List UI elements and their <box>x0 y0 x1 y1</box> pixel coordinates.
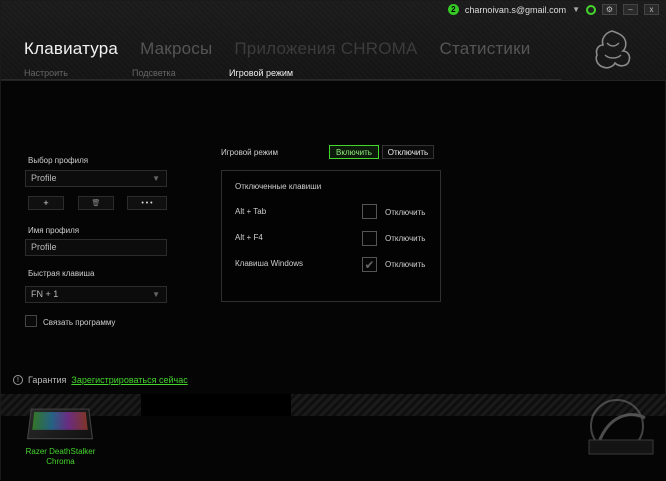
razer-logo-icon <box>595 30 631 69</box>
tab-keyboard[interactable]: Клавиатура <box>24 39 118 59</box>
profile-select-label: Выбор профиля <box>28 156 89 165</box>
checkmark-icon: ✔ <box>364 257 375 272</box>
disabled-keys-panel: Отключенные клавиши Alt + Tab Отключить … <box>221 170 441 302</box>
razer-synapse-window: 2 charnoivan.s@gmail.com ▼ ⚙ – x Клавиат… <box>0 0 666 481</box>
account-email[interactable]: charnoivan.s@gmail.com <box>465 5 566 15</box>
minimize-button[interactable]: – <box>623 4 638 15</box>
notification-badge[interactable]: 2 <box>447 4 459 15</box>
link-program-checkbox[interactable] <box>25 315 37 327</box>
keyboard-icon <box>26 408 94 440</box>
header: 2 charnoivan.s@gmail.com ▼ ⚙ – x Клавиат… <box>1 1 666 81</box>
device-name: Razer DeathStalker Chroma <box>25 447 96 466</box>
tab-chroma-apps[interactable]: Приложения CHROMA <box>234 39 417 59</box>
online-status-icon[interactable] <box>586 4 596 15</box>
trash-icon: 🗑 <box>91 200 101 207</box>
subtab-divider <box>1 79 561 80</box>
site-watermark-icon <box>588 399 654 455</box>
settings-button[interactable]: ⚙ <box>602 4 617 15</box>
key-alt-f4-label: Alt + F4 <box>235 233 263 242</box>
hotkey-select[interactable]: FN + 1 ▼ <box>25 286 167 303</box>
info-icon: ! <box>13 375 23 385</box>
footer-divider <box>1 394 666 416</box>
device-footer <box>1 416 666 481</box>
key-alt-f4-checkbox[interactable] <box>362 231 377 246</box>
subtab-lighting[interactable]: Подсветка <box>132 68 176 78</box>
device-tile[interactable]: Razer DeathStalker Chroma <box>23 403 98 473</box>
game-mode-label: Игровой режим <box>221 148 278 157</box>
register-now-link[interactable]: Зарегистрироваться сейчас <box>71 375 187 385</box>
profile-select[interactable]: Profile ▼ <box>25 170 167 187</box>
game-mode-off-button[interactable]: Отключить <box>382 145 434 159</box>
chevron-down-icon: ▼ <box>152 174 160 183</box>
profile-name-input[interactable]: Profile <box>25 239 167 256</box>
warranty-row: ! Гарантия Зарегистрироваться сейчас <box>13 375 188 385</box>
chevron-down-icon[interactable]: ▼ <box>572 5 580 14</box>
key-alt-f4-action: Отключить <box>385 234 426 243</box>
game-mode-on-button[interactable]: Включить <box>329 145 379 159</box>
add-profile-button[interactable]: + <box>28 196 64 210</box>
key-windows-label: Клавиша Windows <box>235 259 304 268</box>
hotkey-value: FN + 1 <box>31 289 59 299</box>
hotkey-label: Быстрая клавиша <box>28 269 95 278</box>
disabled-keys-title: Отключенные клавиши <box>235 182 322 191</box>
chevron-down-icon: ▼ <box>152 290 160 299</box>
key-alt-tab-action: Отключить <box>385 208 426 217</box>
key-windows-checkbox[interactable]: ✔ <box>362 257 377 272</box>
sub-tabs: Настроить Подсветка Игровой режим <box>1 63 561 81</box>
profile-select-value: Profile <box>31 173 57 183</box>
warranty-label: Гарантия <box>28 375 67 385</box>
key-alt-tab-checkbox[interactable] <box>362 204 377 219</box>
tab-macros[interactable]: Макросы <box>140 39 212 59</box>
delete-profile-button[interactable]: 🗑 <box>78 196 114 210</box>
top-bar: 2 charnoivan.s@gmail.com ▼ ⚙ – x <box>447 4 659 15</box>
profile-name-label: Имя профиля <box>28 226 80 235</box>
profile-name-value: Profile <box>31 242 57 252</box>
main-tabs: Клавиатура Макросы Приложения CHROMA Ста… <box>24 39 552 59</box>
link-program-label: Связать программу <box>43 318 116 327</box>
key-windows-action: Отключить <box>385 260 426 269</box>
key-alt-tab-label: Alt + Tab <box>235 207 267 216</box>
subtab-game-mode[interactable]: Игровой режим <box>229 68 293 78</box>
more-options-button[interactable]: • • • <box>127 196 167 210</box>
subtab-customize[interactable]: Настроить <box>24 68 68 78</box>
close-button[interactable]: x <box>644 4 659 15</box>
tab-stats[interactable]: Статистики <box>440 39 531 59</box>
